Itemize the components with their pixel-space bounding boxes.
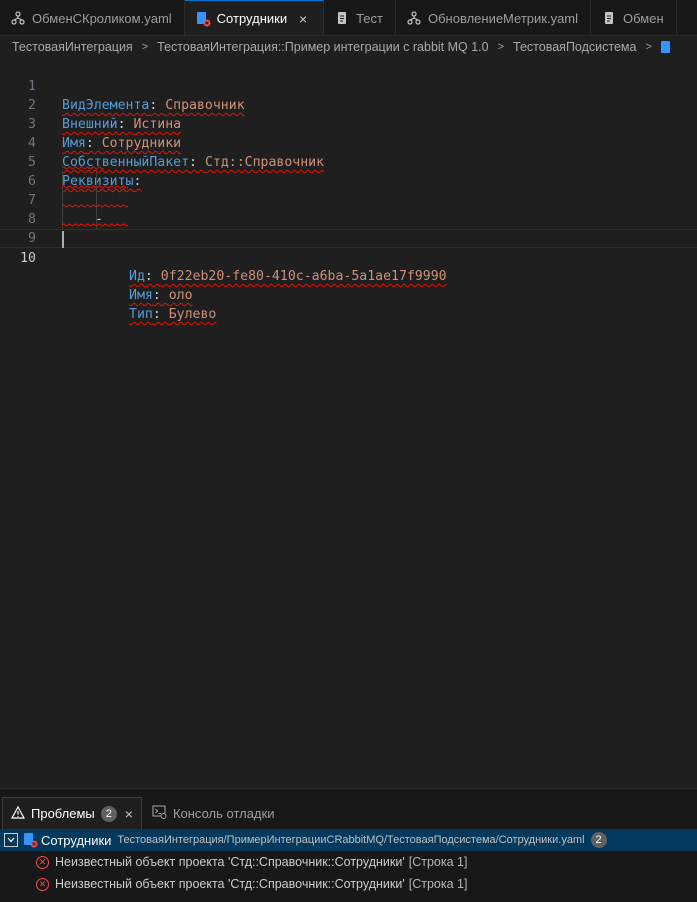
breadcrumb-item[interactable]: ТестоваяИнтеграция	[12, 40, 133, 54]
tab-obnovlenie-metrik[interactable]: ОбновлениеМетрик.yaml	[396, 0, 592, 35]
tab-test[interactable]: Тест	[324, 0, 396, 35]
tab-label: Тест	[356, 10, 383, 26]
code-line: 2 Внешний: Истина	[0, 77, 697, 132]
problems-count-badge: 2	[100, 805, 117, 822]
file-problems-count: 2	[590, 832, 607, 848]
line-number: 10	[20, 251, 36, 266]
git-branch-icon	[10, 10, 26, 26]
close-icon[interactable]: ×	[125, 806, 133, 822]
yaml-value: оло	[168, 288, 193, 303]
breadcrumb: ТестоваяИнтеграция > ТестоваяИнтеграция:…	[0, 36, 697, 58]
yaml-key: Имя	[129, 288, 153, 303]
tab-obmen-s-krolikom[interactable]: ОбменСКроликом.yaml	[0, 0, 185, 35]
chevron-right-icon: >	[497, 41, 505, 53]
tab-debug-console[interactable]: Консоль отладки	[144, 797, 283, 829]
panel-tab-label: Проблемы	[31, 806, 95, 821]
tab-obmen[interactable]: Обмен	[591, 0, 677, 35]
code-line: 8 Имя: оло	[0, 191, 697, 303]
debug-console-icon	[152, 804, 167, 822]
problem-item[interactable]: ✕ Неизвестный объект проекта 'Стд::Справ…	[0, 873, 697, 895]
error-squiggle	[62, 166, 104, 170]
chevron-right-icon: >	[141, 41, 149, 53]
error-squiggle	[62, 185, 128, 189]
error-icon: ✕	[36, 855, 49, 869]
code-line: 4 СобственныйПакет: Стд::Справочник	[0, 115, 697, 170]
editor-tab-bar: ОбменСКроликом.yaml Сотрудники × Тест Об…	[0, 0, 697, 36]
yaml-key: Ид	[129, 269, 145, 284]
chevron-right-icon: >	[645, 41, 652, 53]
yaml-separator: :	[152, 307, 169, 322]
error-squiggle	[62, 223, 128, 227]
close-icon[interactable]: ×	[295, 11, 311, 27]
code-line: 7 Ид: 0f22eb20-fe80-410c-a6ba-5a1ae17f99…	[0, 172, 697, 284]
panel-tab-label: Консоль отладки	[172, 805, 275, 821]
code-editor[interactable]: 1 ВидЭлемента: Справочник 2 Внешний: Ист…	[0, 58, 697, 788]
problems-file-name: Сотрудники	[41, 832, 112, 848]
catalog-error-icon	[22, 832, 38, 848]
warning-icon	[10, 805, 26, 822]
problems-file-row[interactable]: Сотрудники ТестоваяИнтеграция/ПримерИнте…	[0, 829, 697, 851]
problem-message: Неизвестный объект проекта 'Стд::Справоч…	[55, 877, 405, 891]
problems-file-path: ТестоваяИнтеграция/ПримерИнтеграцииCRabb…	[117, 834, 585, 846]
catalog-icon	[660, 41, 670, 53]
tab-label: ОбменСКроликом.yaml	[32, 10, 172, 26]
chevron-down-icon[interactable]	[4, 833, 18, 847]
tab-label: Обмен	[623, 10, 664, 26]
catalog-error-icon	[195, 11, 211, 27]
tab-label: ОбновлениеМетрик.yaml	[428, 10, 579, 26]
file-icon	[334, 10, 350, 26]
tab-problems[interactable]: Проблемы 2 ×	[2, 797, 142, 829]
git-branch-icon	[406, 10, 422, 26]
panel-tab-bar: Проблемы 2 × Консоль отладки	[0, 789, 697, 829]
yaml-separator: :	[144, 269, 161, 284]
breadcrumb-item[interactable]: ТестоваяИнтеграция::Пример интеграции с …	[157, 40, 488, 54]
code-line-current: 10	[0, 229, 697, 266]
tab-sotrudniki[interactable]: Сотрудники ×	[184, 0, 325, 35]
yaml-value: 0f22eb20-fe80-410c-a6ba-5a1ae17f9990	[160, 269, 447, 284]
error-icon: ✕	[36, 877, 49, 891]
yaml-separator: :	[152, 288, 169, 303]
yaml-key: Тип	[129, 307, 153, 322]
problem-item[interactable]: ✕ Неизвестный объект проекта 'Стд::Справ…	[0, 851, 697, 873]
breadcrumb-item[interactable]: ТестоваяПодсистема	[513, 40, 636, 54]
code-line: 1 ВидЭлемента: Справочник	[0, 58, 697, 113]
file-icon	[601, 10, 617, 26]
problem-message: Неизвестный объект проекта 'Стд::Справоч…	[55, 855, 405, 869]
yaml-value: Булево	[168, 307, 217, 322]
code-line: 9 Тип: Булево	[0, 210, 697, 322]
text-cursor	[62, 231, 64, 248]
code-line: 5 Реквизиты:	[0, 134, 697, 189]
problem-location: [Строка 1]	[408, 877, 468, 891]
code-line: 3 Имя: Сотрудники	[0, 96, 697, 151]
code-line: 6 -	[0, 153, 697, 227]
error-squiggle	[62, 204, 128, 208]
bottom-panel: Проблемы 2 × Консоль отладки Сотрудники …	[0, 788, 697, 902]
tab-label: Сотрудники	[216, 11, 288, 26]
problem-location: [Строка 1]	[408, 855, 468, 869]
